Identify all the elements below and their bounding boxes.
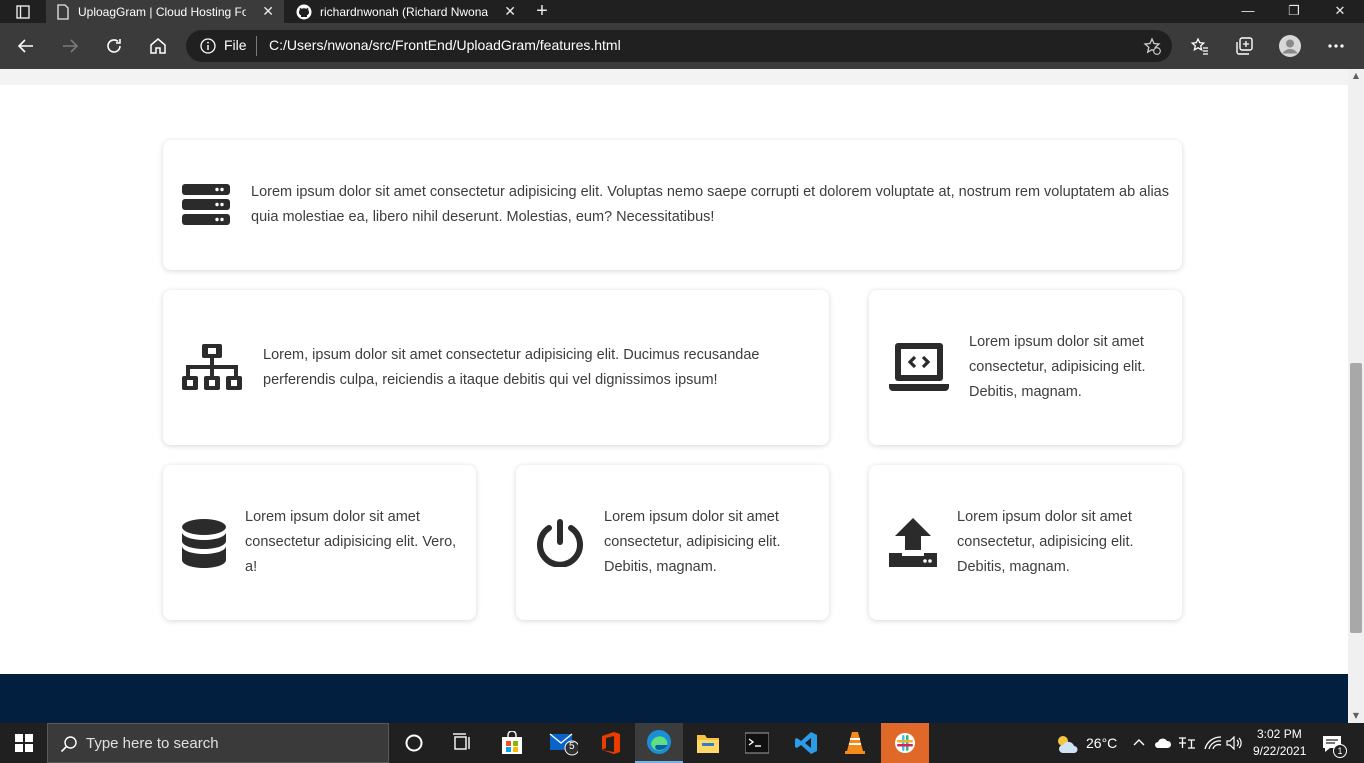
feature-text: Lorem ipsum dolor sit amet consectetur, … [969,334,1146,400]
database-icon [182,519,226,568]
volume-icon[interactable] [1226,736,1244,750]
profile-avatar-icon[interactable] [1277,33,1303,59]
network-icon [182,344,242,390]
power-icon [537,519,583,567]
close-window-button[interactable]: ✕ [1317,0,1363,23]
feature-text: Lorem ipsum dolor sit amet consectetur, … [957,509,1134,575]
feature-text: Lorem ipsum dolor sit amet consectetur a… [251,184,1169,225]
scroll-down-icon[interactable]: ▼ [1348,709,1364,723]
home-icon[interactable] [145,33,171,59]
clock-date[interactable]: 9/22/2021 [1253,744,1306,758]
feature-card: Lorem ipsum dolor sit amet consectetur, … [869,465,1182,620]
slack-icon[interactable] [881,723,929,763]
address-bar[interactable]: File C:/Users/nwona/src/FrontEnd/UploadG… [186,30,1172,62]
forward-icon[interactable] [57,33,83,59]
tab-github[interactable]: richardnwonah (Richard Nwonah ✕ [286,0,526,23]
notification-badge: 1 [1333,744,1347,758]
feature-card: Lorem ipsum dolor sit amet consectetur a… [163,465,476,620]
server-icon [182,184,230,225]
page-viewport: Lorem ipsum dolor sit amet consectetur a… [0,69,1348,723]
office-icon[interactable] [587,723,635,763]
browser-tab-bar: UploagGram | Cloud Hosting For ✕ richard… [0,0,1364,23]
file-explorer-icon[interactable] [684,723,732,763]
vlc-icon[interactable] [831,723,879,763]
tab-actions-icon[interactable] [0,0,46,23]
taskbar-search[interactable]: Type here to search [47,723,389,763]
page-icon [57,3,69,20]
mail-icon[interactable]: 5 [539,723,587,763]
feature-text: Lorem ipsum dolor sit amet consectetur, … [604,509,781,575]
feature-text: Lorem ipsum dolor sit amet consectetur a… [245,509,457,575]
page-scrollbar[interactable]: ▲ ▼ [1348,69,1364,723]
info-icon[interactable] [200,38,216,54]
feature-card: Lorem, ipsum dolor sit amet consectetur … [163,290,829,445]
footer-section [0,674,1348,723]
weather-temperature[interactable]: 26°C [1086,735,1117,751]
favorites-icon[interactable] [1187,33,1213,59]
address-divider [256,36,257,56]
laptop-code-icon [889,343,949,391]
scheme-label: File [224,37,247,53]
search-placeholder: Type here to search [86,735,219,752]
upload-icon [889,518,937,567]
url-text[interactable]: C:/Users/nwona/src/FrontEnd/UploadGram/f… [269,37,621,53]
feature-text: Lorem, ipsum dolor sit amet consectetur … [263,347,760,388]
onedrive-icon[interactable] [1154,737,1172,749]
chevron-up-icon[interactable] [1133,738,1145,746]
task-view-icon[interactable] [438,723,486,763]
refresh-icon[interactable] [101,33,127,59]
minimize-button[interactable]: — [1225,0,1271,23]
scroll-up-icon[interactable]: ▲ [1348,69,1364,83]
feature-card: Lorem ipsum dolor sit amet consectetur, … [516,465,829,620]
vscode-icon[interactable] [782,723,830,763]
search-icon [60,736,77,753]
more-menu-icon[interactable] [1323,33,1349,59]
wifi-icon[interactable] [1204,736,1222,750]
tab-uploadgram[interactable]: UploagGram | Cloud Hosting For ✕ [46,0,284,23]
restore-button[interactable]: ❐ [1271,0,1317,23]
tab-title: richardnwonah (Richard Nwonah [320,4,488,19]
clock-time[interactable]: 3:02 PM [1257,727,1302,741]
back-icon[interactable] [13,33,39,59]
new-tab-button[interactable]: + [530,0,554,23]
tab-close-icon[interactable]: ✕ [262,3,274,20]
windows-taskbar: Type here to search 5 26°C 3:02 PM 9/22/… [0,723,1364,763]
weather-icon[interactable] [1055,734,1079,754]
feature-card: Lorem ipsum dolor sit amet consectetur a… [163,140,1182,270]
mail-badge: 5 [569,741,575,752]
collections-icon[interactable] [1231,33,1257,59]
store-icon[interactable] [488,723,536,763]
scrollbar-thumb[interactable] [1350,363,1362,633]
feature-card: Lorem ipsum dolor sit amet consectetur, … [869,290,1182,445]
windows-start-icon[interactable] [0,723,48,763]
tab-title: UploagGram | Cloud Hosting For [78,4,246,19]
github-icon [296,4,312,19]
terminal-icon[interactable] [733,723,781,763]
input-method-icon[interactable] [1178,736,1196,750]
cortana-icon[interactable] [390,723,438,763]
tab-close-icon[interactable]: ✕ [504,3,516,20]
edge-icon[interactable] [635,723,683,763]
add-favorite-icon[interactable] [1143,37,1161,55]
browser-toolbar: File C:/Users/nwona/src/FrontEnd/UploadG… [0,23,1364,69]
header-edge [0,69,1348,85]
